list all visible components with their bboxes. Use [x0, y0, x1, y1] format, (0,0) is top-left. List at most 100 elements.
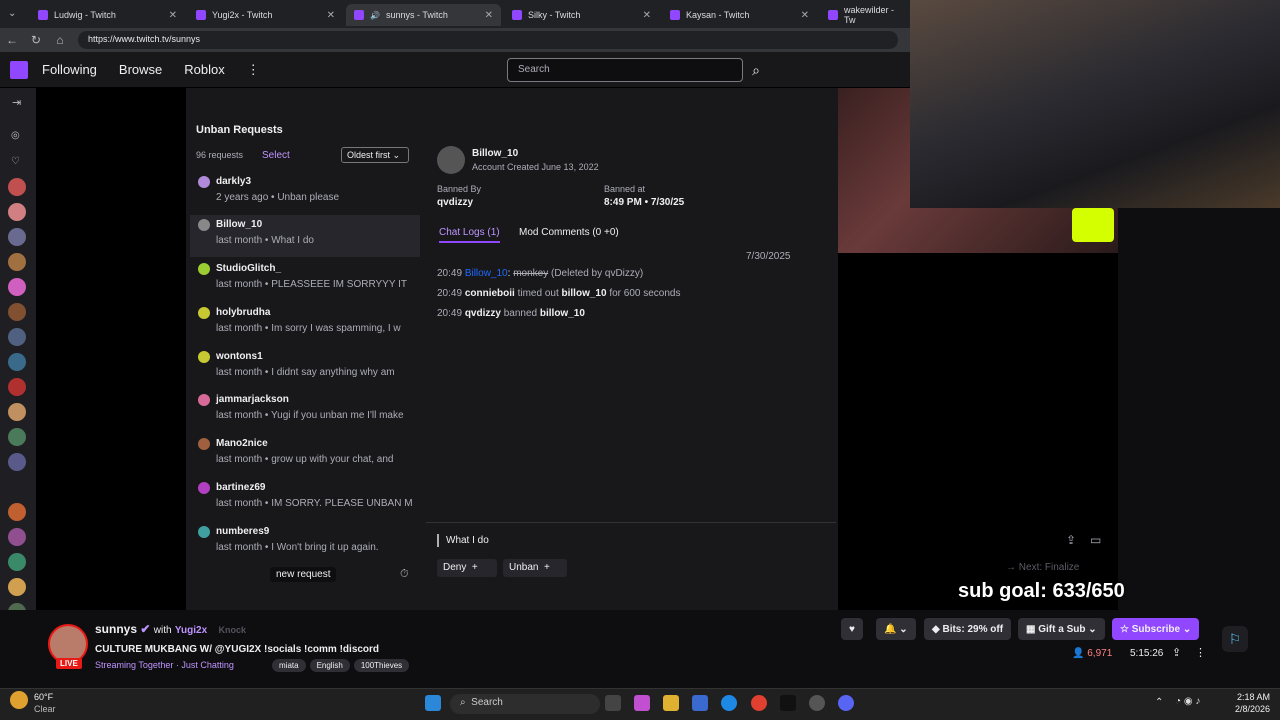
new-request-notice[interactable]: new request — [270, 567, 337, 582]
channel-avatar[interactable] — [8, 578, 26, 596]
task-view-icon[interactable] — [605, 695, 621, 711]
list-item[interactable]: StudioGlitch_ last month • PLEASSEEE IM S… — [190, 259, 420, 301]
subscribe-button[interactable]: ☆ Subscribe ⌄ — [1112, 618, 1200, 640]
user-avatar-icon — [198, 438, 210, 450]
notification-bell-icon[interactable]: 🔔 ⌄ — [876, 618, 916, 640]
search-icon[interactable]: ⌕ — [744, 58, 768, 82]
twitch-logo-icon[interactable] — [10, 60, 28, 79]
recommended-icon[interactable]: ◎ — [11, 130, 20, 141]
channel-avatar[interactable] — [8, 378, 26, 396]
tab-kaysan[interactable]: Kaysan - Twitch ✕ — [662, 4, 817, 26]
next-finalize-button[interactable]: → Next: Finalize — [1006, 562, 1079, 573]
channel-avatar[interactable] — [8, 503, 26, 521]
settings-icon[interactable] — [809, 695, 825, 711]
chrome-icon[interactable] — [751, 695, 767, 711]
channel-avatar[interactable] — [8, 403, 26, 421]
tab-silky[interactable]: Silky - Twitch ✕ — [504, 4, 659, 26]
heart-icon[interactable]: ♡ — [11, 156, 20, 167]
tray-overflow-icon[interactable]: ⌃ — [1155, 697, 1163, 708]
back-icon[interactable]: ← — [0, 33, 24, 47]
channel-name[interactable]: sunnys — [95, 622, 137, 636]
channel-avatar[interactable] — [8, 528, 26, 546]
tab-sunnys[interactable]: 🔊 sunnys - Twitch ✕ — [346, 4, 501, 26]
channel-avatar[interactable] — [8, 553, 26, 571]
channel-avatar[interactable] — [8, 278, 26, 296]
nav-following[interactable]: Following — [42, 62, 97, 77]
wifi-icon[interactable]: ◔ ◉ ♪ — [1175, 696, 1200, 707]
list-item[interactable]: darkly3 2 years ago • Unban please — [190, 172, 420, 214]
request-count: 96 requests — [196, 150, 244, 160]
knock-button[interactable]: Knock — [219, 625, 247, 635]
close-icon[interactable]: ✕ — [801, 10, 809, 21]
tab-mod-comments[interactable]: Mod Comments (0 +0) — [519, 227, 619, 238]
close-icon[interactable]: ✕ — [169, 10, 177, 21]
channel-avatar[interactable] — [8, 228, 26, 246]
close-icon[interactable]: ✕ — [327, 10, 335, 21]
deny-label: Deny — [443, 562, 467, 573]
user-avatar-icon — [198, 263, 210, 275]
close-icon[interactable]: ✕ — [485, 10, 493, 21]
channel-avatar[interactable] — [8, 253, 26, 271]
reload-icon[interactable]: ↻ — [24, 33, 48, 47]
edge-icon[interactable] — [721, 695, 737, 711]
tag[interactable]: miata — [272, 659, 306, 672]
list-item[interactable]: wontons1 last month • I didnt say anythin… — [190, 347, 420, 389]
expand-sidebar-icon[interactable]: ⇥ — [12, 96, 21, 109]
file-explorer-icon[interactable] — [663, 695, 679, 711]
channel-avatar[interactable] — [8, 428, 26, 446]
unban-button[interactable]: Unban + — [503, 559, 567, 577]
tag[interactable]: English — [309, 659, 350, 672]
partner-name[interactable]: Yugi2x — [175, 625, 207, 636]
tag[interactable]: 100Thieves — [353, 659, 410, 672]
tab-wakewilder[interactable]: wakewilder - Tw — [820, 4, 910, 26]
list-item[interactable]: holybrudha last month • Im sorry I was sp… — [190, 303, 420, 345]
capcut-icon[interactable] — [780, 695, 796, 711]
more-options-icon[interactable]: ⋮ — [247, 62, 260, 78]
list-item[interactable]: Mano2nice last month • grow up with your … — [190, 434, 420, 476]
streaming-together[interactable]: Streaming Together · Just Chatting — [95, 660, 234, 670]
sort-dropdown[interactable]: Oldest first ⌄ — [341, 147, 409, 163]
store-icon[interactable] — [692, 695, 708, 711]
channel-avatar[interactable] — [8, 453, 26, 471]
extension-icon[interactable]: ⚐ — [1222, 626, 1248, 652]
list-item[interactable]: bartinez69 last month • IM SORRY. PLEASE … — [190, 478, 420, 520]
nav-browse[interactable]: Browse — [119, 62, 162, 77]
channel-avatar[interactable] — [8, 328, 26, 346]
clock-time[interactable]: 2:18 AM — [1236, 692, 1270, 702]
timer-icon[interactable]: ⏱ — [400, 568, 409, 581]
list-item[interactable]: numberes9 last month • I Won't bring it u… — [190, 522, 420, 564]
temperature[interactable]: 60°F — [34, 692, 53, 702]
search-input[interactable]: Search — [507, 58, 743, 82]
gift-sub-button[interactable]: ▦ Gift a Sub ⌄ — [1018, 618, 1105, 640]
url-field[interactable]: https://www.twitch.tv/sunnys — [78, 31, 898, 49]
panel-title: Unban Requests — [196, 124, 283, 136]
more-options-icon[interactable]: ⋮ — [1195, 646, 1206, 659]
tab-list-icon[interactable]: ⌄ — [8, 8, 16, 19]
channel-avatar[interactable] — [8, 178, 26, 196]
bits-button[interactable]: ◆ Bits: 29% off — [924, 618, 1012, 640]
discord-icon[interactable] — [838, 695, 854, 711]
log-user[interactable]: Billow_10 — [465, 268, 508, 279]
list-item[interactable]: Billow_10 last month • What I do — [190, 215, 420, 257]
tab-yugi2x[interactable]: Yugi2x - Twitch ✕ — [188, 4, 343, 26]
windows-start-icon[interactable] — [425, 695, 441, 711]
follow-heart-button[interactable]: ♥ — [841, 618, 863, 640]
copilot-icon[interactable] — [634, 695, 650, 711]
select-link[interactable]: Select — [262, 150, 290, 161]
share-icon[interactable]: ⇪ — [1066, 533, 1076, 547]
tab-ludwig[interactable]: Ludwig - Twitch ✕ — [30, 4, 185, 26]
channel-avatar[interactable] — [8, 203, 26, 221]
clock-date[interactable]: 2/8/2026 — [1232, 704, 1270, 714]
comment-icon[interactable]: ▭ — [1090, 533, 1101, 547]
share-icon[interactable]: ⇪ — [1172, 646, 1181, 659]
channel-avatar[interactable] — [8, 353, 26, 371]
nav-roblox[interactable]: Roblox — [184, 62, 224, 77]
taskbar-search[interactable]: ⌕ Search — [450, 694, 600, 714]
channel-avatar[interactable] — [8, 303, 26, 321]
list-item[interactable]: jammarjackson last month • Yugi if you un… — [190, 390, 420, 432]
tab-chat-logs[interactable]: Chat Logs (1) — [439, 227, 500, 243]
close-icon[interactable]: ✕ — [643, 10, 651, 21]
log-action: timed out — [517, 288, 559, 299]
deny-button[interactable]: Deny + — [437, 559, 497, 577]
home-icon[interactable]: ⌂ — [48, 33, 72, 47]
